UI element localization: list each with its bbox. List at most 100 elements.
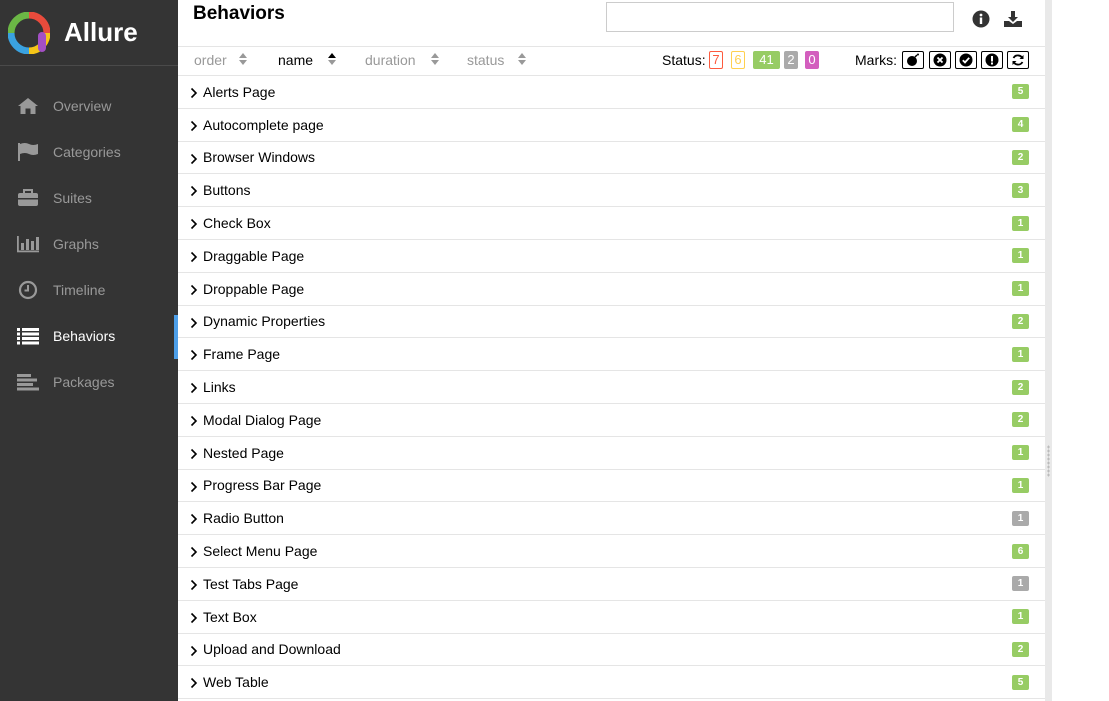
sidebar-item-timeline[interactable]: Timeline: [0, 267, 178, 313]
chevron-right-icon: [190, 480, 198, 492]
tree-row[interactable]: Text Box 1: [178, 601, 1045, 634]
detail-pane: [1045, 0, 1109, 701]
chevron-right-icon: [190, 316, 198, 328]
tree-row-count-badge: 1: [1012, 576, 1029, 592]
sidebar-item-label: Suites: [53, 190, 92, 206]
sidebar-item-behaviors[interactable]: Behaviors: [0, 313, 178, 359]
tree-row[interactable]: Radio Button 1: [178, 502, 1045, 536]
chevron-right-icon: [190, 414, 198, 427]
sidebar-item-label: Overview: [53, 98, 112, 114]
tree-row[interactable]: Autocomplete page 4: [178, 109, 1045, 142]
tree-row[interactable]: Dynamic Properties 2: [178, 306, 1045, 339]
tree-row-label: Select Menu Page: [203, 543, 318, 560]
tree-row-label: Nested Page: [203, 444, 284, 461]
list-icon: [16, 326, 40, 346]
tree-row[interactable]: Droppable Page 1: [178, 273, 1045, 306]
status-skipped-toggle[interactable]: 2: [784, 51, 798, 69]
chevron-right-icon: [190, 348, 198, 361]
tree-row-label: Progress Bar Page: [203, 477, 322, 494]
tree-row-count-badge: 2: [1012, 379, 1029, 395]
chevron-right-icon: [190, 86, 198, 99]
chevron-right-icon: [190, 119, 198, 131]
tree-row-count-badge: 2: [1012, 641, 1029, 657]
tree-row-label: Autocomplete page: [203, 116, 324, 133]
sort-order[interactable]: order: [194, 52, 247, 68]
tree-row[interactable]: Alerts Page 5: [178, 76, 1045, 109]
tree-row[interactable]: Web Table 5: [178, 666, 1045, 700]
tree-row-count-badge: 5: [1012, 674, 1029, 690]
sort-arrows-icon: [430, 52, 439, 68]
tree-row-label: Dynamic Properties: [203, 313, 326, 330]
flag-icon: [16, 142, 40, 162]
sidebar-item-packages[interactable]: Packages: [0, 359, 178, 405]
retries-icon[interactable]: [1007, 51, 1029, 69]
chevron-right-icon: [190, 250, 198, 263]
sidebar-item-label: Graphs: [53, 236, 99, 252]
tree-row-label: Text Box: [203, 608, 257, 625]
sort-asc-icon: [328, 52, 337, 68]
tree-row-label: Web Table: [203, 674, 269, 691]
info-icon[interactable]: [971, 9, 991, 29]
main-content: Behaviors order name duration status Sta…: [178, 0, 1045, 701]
tree-row[interactable]: Select Menu Page 6: [178, 535, 1045, 568]
sort-duration[interactable]: duration: [365, 52, 439, 68]
allure-logo-icon: [7, 11, 51, 54]
search-input[interactable]: [606, 2, 954, 32]
chevron-right-icon: [190, 545, 198, 558]
brand[interactable]: Allure: [0, 0, 178, 66]
sort-name-label: name: [278, 52, 314, 68]
status-unknown-toggle[interactable]: 0: [805, 51, 819, 69]
tree-row[interactable]: Browser Windows 2: [178, 142, 1045, 175]
tree-row-label: Radio Button: [203, 510, 284, 527]
tree-row[interactable]: Nested Page 1: [178, 437, 1045, 470]
sidebar-item-suites[interactable]: Suites: [0, 175, 178, 221]
sidebar-item-label: Behaviors: [53, 328, 116, 344]
sidebar-item-categories[interactable]: Categories: [0, 129, 178, 175]
tree-row-count-badge: 4: [1012, 117, 1029, 133]
chevron-right-icon: [190, 512, 198, 525]
bar-chart-icon: [16, 234, 40, 254]
sidebar-item-overview[interactable]: Overview: [0, 83, 178, 129]
status-broken-toggle[interactable]: 6: [731, 51, 745, 69]
new-broken-icon[interactable]: [981, 51, 1003, 69]
tree-row-count-badge: 1: [1012, 281, 1029, 297]
new-failed-icon[interactable]: [929, 51, 951, 69]
chevron-right-icon: [190, 381, 198, 394]
tree-row-label: Test Tabs Page: [203, 575, 299, 592]
tree-row-count-badge: 1: [1012, 609, 1029, 625]
sort-status-label: status: [467, 52, 505, 68]
sort-duration-label: duration: [365, 52, 416, 68]
tree-row-count-badge: 1: [1012, 215, 1029, 231]
tree-row-count-badge: 2: [1012, 313, 1029, 329]
tree-row[interactable]: Draggable Page 1: [178, 240, 1045, 273]
toolbar: order name duration status Status: 7 6 4…: [178, 47, 1045, 76]
chevron-right-icon: [190, 676, 198, 689]
tree-row[interactable]: Frame Page 1: [178, 338, 1045, 372]
sort-status[interactable]: status: [467, 52, 527, 68]
status-failed-toggle[interactable]: 7: [709, 51, 723, 69]
tree-row[interactable]: Check Box 1: [178, 207, 1045, 240]
sidebar: Allure Overview Categories Suites Graphs: [0, 0, 178, 701]
sort-order-label: order: [194, 52, 227, 68]
tree-row[interactable]: Links 2: [178, 371, 1045, 404]
chevron-right-icon: [190, 152, 198, 164]
sort-name[interactable]: name: [278, 52, 337, 68]
sidebar-nav: Overview Categories Suites Graphs Timeli…: [0, 83, 178, 405]
tree-row-count-badge: 2: [1012, 412, 1029, 428]
tree-row-label: Alerts Page: [203, 83, 276, 100]
tree-row-label: Draggable Page: [203, 247, 305, 264]
tree-row-count-badge: 1: [1012, 346, 1029, 362]
tree-row[interactable]: Upload and Download 2: [178, 634, 1045, 667]
flaky-icon[interactable]: [902, 51, 924, 69]
sidebar-item-graphs[interactable]: Graphs: [0, 221, 178, 267]
chevron-right-icon: [190, 644, 198, 656]
tree-row[interactable]: Progress Bar Page 1: [178, 470, 1045, 503]
tree-row[interactable]: Test Tabs Page 1: [178, 568, 1045, 601]
tree-row-label: Browser Windows: [203, 149, 316, 166]
tree-row[interactable]: Buttons 3: [178, 174, 1045, 208]
pane-resize-handle[interactable]: [1047, 445, 1050, 477]
new-passed-icon[interactable]: [955, 51, 977, 69]
download-icon[interactable]: [1003, 9, 1023, 29]
status-passed-toggle[interactable]: 41: [753, 51, 780, 69]
tree-row[interactable]: Modal Dialog Page 2: [178, 404, 1045, 437]
